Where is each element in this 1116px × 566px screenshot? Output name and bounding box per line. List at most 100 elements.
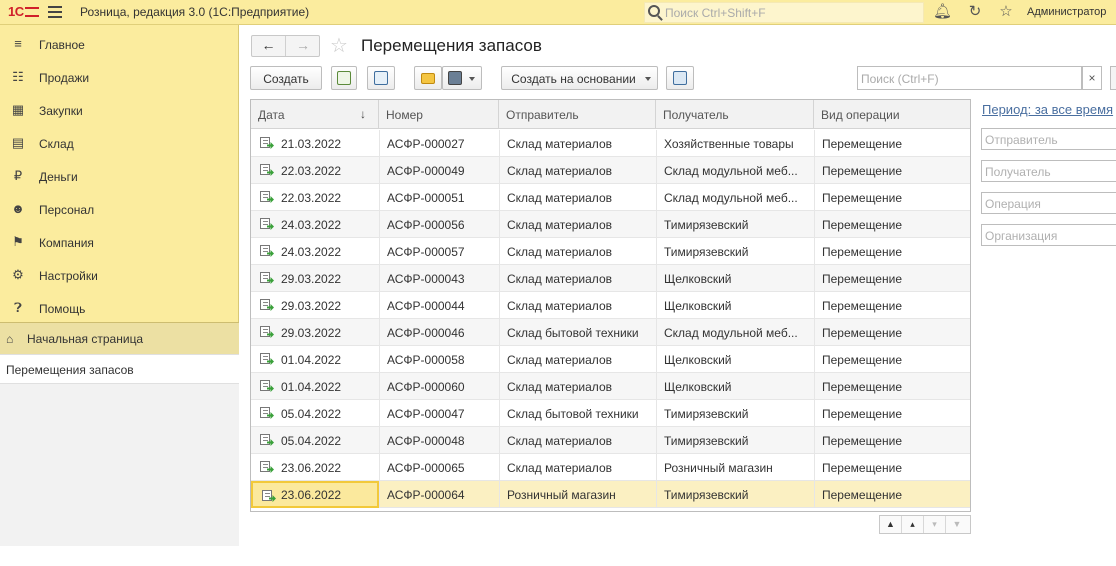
- cell-date[interactable]: 01.04.2022: [251, 346, 379, 373]
- cell-date[interactable]: 23.06.2022: [251, 481, 379, 508]
- cell-operation[interactable]: Перемещение: [814, 157, 970, 184]
- period-link[interactable]: Период: за все время: [982, 102, 1113, 117]
- cell-date[interactable]: 24.03.2022: [251, 238, 379, 265]
- table-row[interactable]: 01.04.2022 АСФР-000060 Склад материалов Щел…: [251, 373, 970, 400]
- sidebar-item-company[interactable]: ⚑ Компания: [0, 225, 239, 258]
- table-row[interactable]: 21.03.2022 АСФР-000027 Склад материалов Хоз…: [251, 130, 970, 157]
- cell-date[interactable]: 24.03.2022: [251, 211, 379, 238]
- cell-receiver[interactable]: Хозяйственные товары: [656, 130, 814, 157]
- favorites-star-icon[interactable]: ☆: [997, 3, 1015, 21]
- organization-filter-input[interactable]: Организация: [981, 224, 1116, 246]
- list-search-input[interactable]: Поиск (Ctrl+F): [857, 66, 1082, 90]
- operation-filter-input[interactable]: Операция: [981, 192, 1116, 214]
- cell-operation[interactable]: Перемещение: [814, 265, 970, 292]
- scroll-last-icon[interactable]: ▼︎: [946, 516, 968, 533]
- cell-operation[interactable]: Перемещение: [814, 238, 970, 265]
- cell-operation[interactable]: Перемещение: [814, 292, 970, 319]
- column-header-receiver[interactable]: Получатель: [656, 100, 814, 129]
- cell-sender[interactable]: Склад материалов: [499, 157, 656, 184]
- structure-button[interactable]: [666, 66, 694, 90]
- receiver-filter-input[interactable]: Получатель: [981, 160, 1116, 182]
- cell-receiver[interactable]: Тимирязевский: [656, 400, 814, 427]
- search-options-button[interactable]: [1110, 66, 1116, 90]
- sidebar-item-warehouse[interactable]: ▤ Склад: [0, 126, 239, 159]
- cell-date[interactable]: 29.03.2022: [251, 265, 379, 292]
- post-document-button[interactable]: [367, 66, 395, 90]
- cell-number[interactable]: АСФР-000057: [379, 238, 499, 265]
- table-row[interactable]: 22.03.2022 АСФР-000049 Склад материалов Скл…: [251, 157, 970, 184]
- create-button[interactable]: Создать: [250, 66, 322, 90]
- cell-number[interactable]: АСФР-000058: [379, 346, 499, 373]
- table-row[interactable]: 29.03.2022 АСФР-000044 Склад материалов Щел…: [251, 292, 970, 319]
- cell-operation[interactable]: Перемещение: [814, 346, 970, 373]
- cell-sender[interactable]: Склад материалов: [499, 427, 656, 454]
- cell-operation[interactable]: Перемещение: [814, 454, 970, 481]
- cell-receiver[interactable]: Щелковский: [656, 373, 814, 400]
- documents-table[interactable]: Дата ↓ Номер Отправитель Получатель Вид …: [250, 99, 971, 512]
- cell-sender[interactable]: Склад бытовой техники: [499, 400, 656, 427]
- column-header-sender[interactable]: Отправитель: [499, 100, 656, 129]
- favorite-star-icon[interactable]: ☆: [330, 33, 348, 58]
- table-row[interactable]: 29.03.2022 АСФР-000043 Склад материалов Щел…: [251, 265, 970, 292]
- cell-number[interactable]: АСФР-000051: [379, 184, 499, 211]
- cell-number[interactable]: АСФР-000046: [379, 319, 499, 346]
- cell-operation[interactable]: Перемещение: [814, 400, 970, 427]
- cell-receiver[interactable]: Щелковский: [656, 346, 814, 373]
- scroll-first-icon[interactable]: ▲︎: [880, 516, 902, 533]
- cell-operation[interactable]: Перемещение: [814, 481, 970, 508]
- table-row[interactable]: 05.04.2022 АСФР-000048 Склад материалов Тим…: [251, 427, 970, 454]
- cell-sender[interactable]: Склад материалов: [499, 373, 656, 400]
- home-page-link[interactable]: ⌂ Начальная страница: [0, 323, 239, 354]
- cell-operation[interactable]: Перемещение: [814, 427, 970, 454]
- table-row[interactable]: 23.06.2022 АСФР-000065 Склад материалов Роз…: [251, 454, 970, 481]
- table-row[interactable]: 23.06.2022 АСФР-000064 Розничный магазин Ти…: [251, 481, 970, 508]
- cell-operation[interactable]: Перемещение: [814, 130, 970, 157]
- sender-filter-input[interactable]: Отправитель: [981, 128, 1116, 150]
- sidebar-item-money[interactable]: ₽ Деньги: [0, 159, 239, 192]
- bell-icon[interactable]: 🔔︎: [933, 3, 952, 21]
- scroll-up-icon[interactable]: ▴: [902, 516, 924, 533]
- sidebar-item-purchases[interactable]: ▦ Закупки: [0, 93, 239, 126]
- cell-number[interactable]: АСФР-000049: [379, 157, 499, 184]
- global-search-input[interactable]: Поиск Ctrl+Shift+F: [644, 2, 924, 23]
- cell-date[interactable]: 21.03.2022: [251, 130, 379, 157]
- cell-date[interactable]: 23.06.2022: [251, 454, 379, 481]
- sidebar-item-sales[interactable]: ☷ Продажи: [0, 60, 239, 93]
- table-row[interactable]: 01.04.2022 АСФР-000058 Склад материалов Щел…: [251, 346, 970, 373]
- create-based-on-button[interactable]: Создать на основании: [501, 66, 658, 90]
- cell-receiver[interactable]: Тимирязевский: [656, 481, 814, 508]
- cell-number[interactable]: АСФР-000047: [379, 400, 499, 427]
- copy-document-button[interactable]: [331, 66, 357, 90]
- cell-sender[interactable]: Склад материалов: [499, 346, 656, 373]
- cell-date[interactable]: 05.04.2022: [251, 427, 379, 454]
- cell-date[interactable]: 22.03.2022: [251, 157, 379, 184]
- table-row[interactable]: 05.04.2022 АСФР-000047 Склад бытовой техни…: [251, 400, 970, 427]
- app-logo[interactable]: 1С: [8, 4, 39, 19]
- cell-operation[interactable]: Перемещение: [814, 373, 970, 400]
- table-row[interactable]: 29.03.2022 АСФР-000046 Склад бытовой техни…: [251, 319, 970, 346]
- cell-receiver[interactable]: Тимирязевский: [656, 211, 814, 238]
- cell-date[interactable]: 22.03.2022: [251, 184, 379, 211]
- cell-receiver[interactable]: Тимирязевский: [656, 427, 814, 454]
- cell-sender[interactable]: Склад материалов: [499, 184, 656, 211]
- cell-date[interactable]: 29.03.2022: [251, 319, 379, 346]
- cell-sender[interactable]: Склад материалов: [499, 238, 656, 265]
- sidebar-item-main[interactable]: ≡ Главное: [0, 27, 239, 60]
- cell-number[interactable]: АСФР-000044: [379, 292, 499, 319]
- cell-receiver[interactable]: Склад модульной меб...: [656, 157, 814, 184]
- cell-date[interactable]: 29.03.2022: [251, 292, 379, 319]
- cell-receiver[interactable]: Щелковский: [656, 265, 814, 292]
- cell-receiver[interactable]: Склад модульной меб...: [656, 319, 814, 346]
- cell-number[interactable]: АСФР-000056: [379, 211, 499, 238]
- column-header-number[interactable]: Номер: [379, 100, 499, 129]
- cell-sender[interactable]: Склад бытовой техники: [499, 319, 656, 346]
- back-arrow-icon[interactable]: ←: [252, 36, 286, 56]
- forward-arrow-icon[interactable]: →: [286, 36, 320, 56]
- cell-receiver[interactable]: Щелковский: [656, 292, 814, 319]
- column-header-operation[interactable]: Вид операции: [814, 100, 970, 129]
- cell-number[interactable]: АСФР-000027: [379, 130, 499, 157]
- cell-sender[interactable]: Склад материалов: [499, 211, 656, 238]
- cell-number[interactable]: АСФР-000064: [379, 481, 499, 508]
- cell-sender[interactable]: Склад материалов: [499, 265, 656, 292]
- scroll-down-icon[interactable]: ▾: [924, 516, 946, 533]
